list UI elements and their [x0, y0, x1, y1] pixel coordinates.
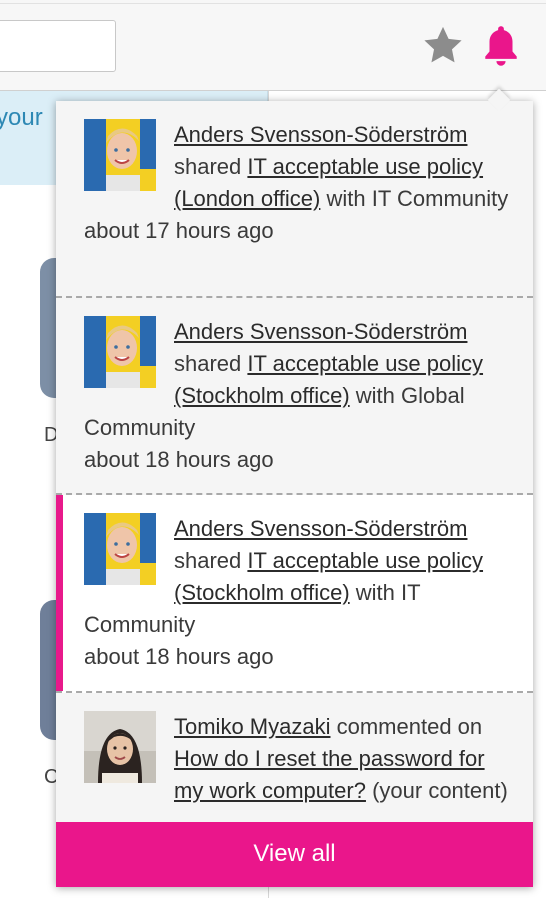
view-all-button[interactable]: View all — [56, 822, 533, 887]
top-bar — [0, 0, 546, 91]
bell-icon — [485, 26, 517, 66]
notification-suffix: with IT Community — [326, 186, 509, 211]
unread-indicator — [56, 495, 63, 691]
notification-text: Tomiko Myazaki commented on How do I res… — [84, 711, 514, 807]
actor-link[interactable]: Anders Svensson-Söderström — [174, 122, 467, 147]
info-banner-text: your — [0, 104, 43, 131]
notification-item[interactable]: Anders Svensson-Söderström shared IT acc… — [56, 101, 533, 298]
notifications-button[interactable] — [478, 22, 524, 70]
notification-item[interactable]: Anders Svensson-Söderström shared IT acc… — [56, 298, 533, 495]
actor-link[interactable]: Anders Svensson-Söderström — [174, 319, 467, 344]
notification-verb: shared — [174, 548, 242, 573]
actor-link[interactable]: Tomiko Myazaki — [174, 714, 330, 739]
notification-suffix: (your content) — [372, 778, 508, 803]
notification-verb: commented on — [336, 714, 483, 739]
notification-time: about 18 hours ago — [84, 447, 274, 472]
favorites-button[interactable] — [420, 24, 466, 68]
notification-text: Anders Svensson-Söderström shared IT acc… — [84, 316, 514, 476]
notification-verb: shared — [174, 351, 242, 376]
star-icon — [424, 26, 462, 63]
notification-text: Anders Svensson-Söderström shared IT acc… — [84, 513, 514, 673]
notification-time: about 17 hours ago — [84, 218, 274, 243]
top-divider — [0, 3, 546, 4]
search-input[interactable] — [0, 20, 116, 72]
notifications-popup: Anders Svensson-Söderström shared IT acc… — [56, 101, 533, 887]
notification-text: Anders Svensson-Söderström shared IT acc… — [84, 119, 514, 247]
actor-link[interactable]: Anders Svensson-Söderström — [174, 516, 467, 541]
notification-item-unread[interactable]: Anders Svensson-Söderström shared IT acc… — [56, 495, 533, 693]
notification-time: about 18 hours ago — [84, 644, 274, 669]
notification-verb: shared — [174, 154, 242, 179]
